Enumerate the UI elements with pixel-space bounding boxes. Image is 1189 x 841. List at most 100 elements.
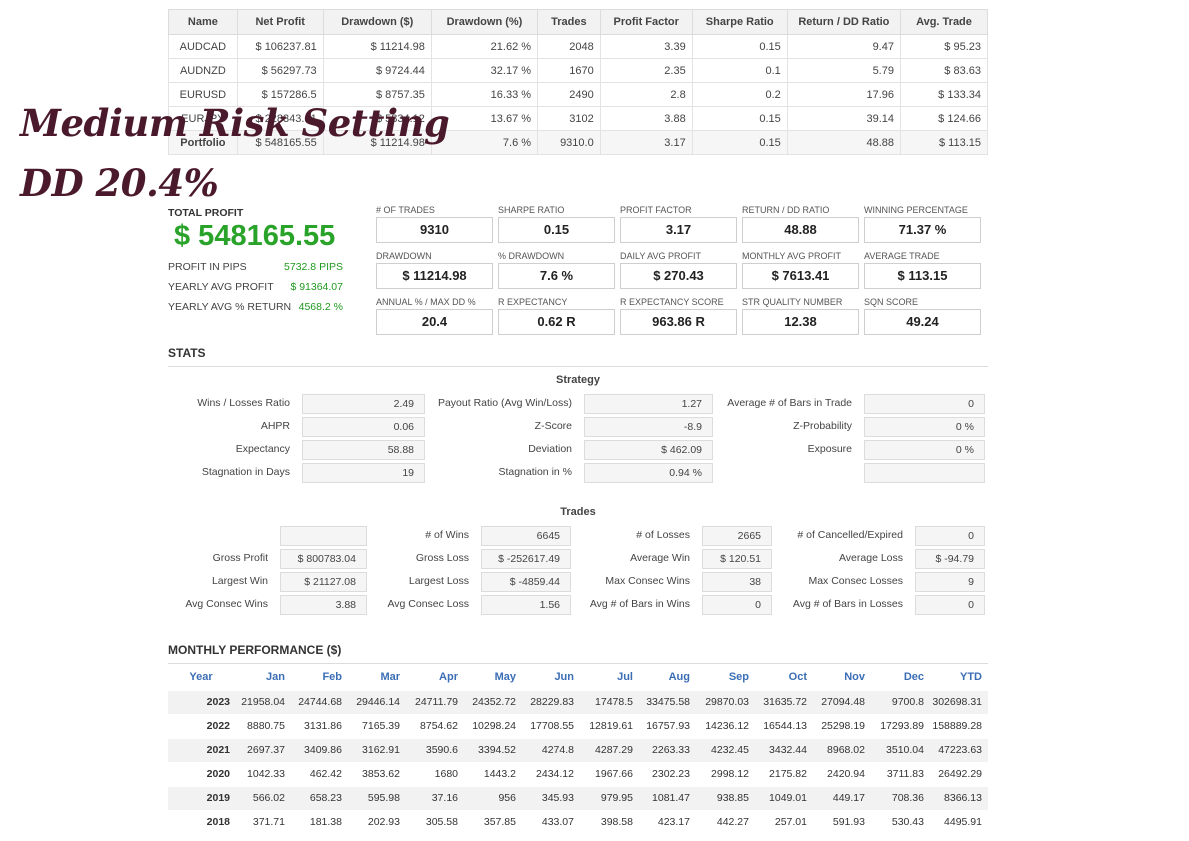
kpi-card: ANNUAL % / MAX DD % 20.4 — [376, 297, 493, 335]
profit-in-pips-row: PROFIT IN PIPS 5732.8 PIPS — [168, 261, 343, 273]
strategy-title: Strategy — [555, 374, 601, 386]
monthly-value-cell: 3162.91 — [348, 737, 406, 762]
symbols-table-cell: 21.62 % — [430, 34, 539, 59]
stat-label: Avg # of Bars in Losses — [792, 598, 903, 610]
monthly-value-cell: 9700.8 — [871, 689, 930, 714]
monthly-value-cell: 2697.37 — [234, 737, 291, 762]
kpi-label: WINNING PERCENTAGE — [864, 205, 968, 215]
monthly-value-cell: 956 — [464, 785, 522, 810]
stat-label: Wins / Losses Ratio — [197, 397, 290, 409]
monthly-value-cell: 357.85 — [464, 809, 522, 834]
symbols-table-cell: 32.17 % — [430, 58, 539, 83]
yearly-avg-return-label: YEARLY AVG % RETURN — [168, 301, 292, 313]
symbols-col-header: Trades — [537, 9, 601, 35]
kpi-label: # OF TRADES — [376, 205, 435, 215]
monthly-table-row: 2019 566.02 658.23 595.98 37.16 956 345.93 979.… — [168, 785, 988, 810]
monthly-value-cell: 4274.8 — [522, 737, 580, 762]
monthly-col-header: Nov — [844, 671, 865, 684]
monthly-value-cell: 12819.61 — [580, 713, 639, 738]
monthly-value-cell: 8968.02 — [813, 737, 871, 762]
kpi-label: R EXPECTANCY — [498, 297, 568, 307]
kpi-card: # OF TRADES 9310 — [376, 205, 493, 243]
stat-value: 38 — [702, 572, 772, 592]
monthly-col-header: Feb — [322, 671, 342, 684]
monthly-col-header: Aug — [668, 671, 690, 684]
symbols-table-cell: AUDCAD — [168, 34, 238, 59]
symbols-table-cell: $ 124.66 — [899, 106, 989, 131]
symbols-table-cell: $ 56297.73 — [236, 58, 324, 83]
stat-value: $ -252617.49 — [481, 549, 571, 569]
stat-value: $ -4859.44 — [481, 572, 571, 592]
stat-value: $ -94.79 — [915, 549, 985, 569]
symbols-table-cell: 17.96 — [786, 82, 901, 107]
monthly-value-cell: 2420.94 — [813, 761, 871, 786]
monthly-table-row: 2020 1042.33 462.42 3853.62 1680 1443.2 2434.1… — [168, 761, 988, 786]
kpi-card: DAILY AVG PROFIT $ 270.43 — [620, 251, 737, 289]
monthly-value-cell: 938.85 — [696, 785, 755, 810]
monthly-value-cell: 21958.04 — [234, 689, 291, 714]
stat-label: Largest Loss — [408, 575, 469, 587]
monthly-value-cell: 595.98 — [348, 785, 406, 810]
monthly-performance-table: Year Jan Feb Mar Apr May Jun Jul Aug Sep Oct Nov Dec… — [168, 665, 988, 834]
monthly-value-cell: 202.93 — [348, 809, 406, 834]
stat-value: -8.9 — [584, 417, 713, 437]
monthly-value-cell: 37.16 — [406, 785, 464, 810]
symbols-table-cell: $ 106237.81 — [236, 34, 324, 59]
stat-value: 2665 — [702, 526, 772, 546]
stat-value: $ 21127.08 — [280, 572, 367, 592]
symbols-table-cell: 0.15 — [691, 130, 788, 155]
symbols-table-cell: 0.15 — [691, 34, 788, 59]
monthly-table-header: Year Jan Feb Mar Apr May Jun Jul Aug Sep Oct Nov Dec… — [168, 665, 988, 690]
symbols-col-header: Drawdown (%) — [430, 9, 539, 35]
monthly-value-cell: 4232.45 — [696, 737, 755, 762]
kpi-card: WINNING PERCENTAGE 71.37 % — [864, 205, 981, 243]
monthly-col-header: Sep — [728, 671, 749, 684]
overlay-caption-line1: Medium Risk Setting — [20, 101, 450, 145]
symbols-table-cell: 2.35 — [599, 58, 693, 83]
kpi-label: R EXPECTANCY SCORE — [620, 297, 724, 307]
stat-label: Gross Profit — [212, 552, 268, 564]
monthly-value-cell: 3409.86 — [291, 737, 348, 762]
symbols-col-header: Net Profit — [236, 9, 324, 35]
monthly-value-cell: 3432.44 — [755, 737, 813, 762]
kpi-value: 3.17 — [620, 217, 737, 243]
symbols-table-cell: 3.39 — [599, 34, 693, 59]
monthly-table-row: 2023 21958.04 24744.68 29446.14 24711.79 2435… — [168, 689, 988, 714]
symbols-table-cell: 48.88 — [786, 130, 901, 155]
stat-label: Stagnation in % — [498, 466, 572, 478]
stat-value: 0 — [915, 526, 985, 546]
monthly-value-cell: 3394.52 — [464, 737, 522, 762]
kpi-label: RETURN / DD RATIO — [742, 205, 830, 215]
monthly-value-cell: 530.43 — [871, 809, 930, 834]
stat-value: 0.06 — [302, 417, 425, 437]
monthly-col-header: Year — [189, 671, 213, 684]
monthly-value-cell: 1680 — [406, 761, 464, 786]
symbols-table-cell: $ 11214.98 — [322, 34, 432, 59]
monthly-table-row: 2018 371.71 181.38 202.93 305.58 357.85 433.07… — [168, 809, 988, 834]
yearly-avg-return-value: 4568.2 % — [298, 301, 343, 313]
monthly-title: MONTHLY PERFORMANCE ($) — [168, 643, 342, 657]
monthly-value-cell: 3590.6 — [406, 737, 464, 762]
stat-label: Stagnation in Days — [201, 466, 290, 478]
kpi-card: R EXPECTANCY 0.62 R — [498, 297, 615, 335]
monthly-value-cell: 17293.89 — [871, 713, 930, 738]
kpi-label: DRAWDOWN — [376, 251, 432, 261]
kpi-card: SHARPE RATIO 0.15 — [498, 205, 615, 243]
monthly-value-cell: 3510.04 — [871, 737, 930, 762]
total-profit-value: $ 548165.55 — [174, 220, 336, 252]
stat-label: Average Loss — [838, 552, 903, 564]
monthly-year-cell: 2021 — [168, 737, 234, 762]
stat-label: Avg # of Bars in Wins — [589, 598, 690, 610]
stat-label: Average # of Bars in Trade — [727, 397, 852, 409]
stat-value: $ 462.09 — [584, 440, 713, 460]
kpi-value: 963.86 R — [620, 309, 737, 335]
monthly-value-cell: 158889.28 — [930, 713, 988, 738]
stat-label: Gross Loss — [415, 552, 469, 564]
monthly-value-cell: 371.71 — [234, 809, 291, 834]
kpi-label: AVERAGE TRADE — [864, 251, 940, 261]
kpi-value: 7.6 % — [498, 263, 615, 289]
monthly-value-cell: 257.01 — [755, 809, 813, 834]
stat-value: 0.94 % — [584, 463, 713, 483]
monthly-value-cell: 433.07 — [522, 809, 580, 834]
monthly-value-cell: 4287.29 — [580, 737, 639, 762]
